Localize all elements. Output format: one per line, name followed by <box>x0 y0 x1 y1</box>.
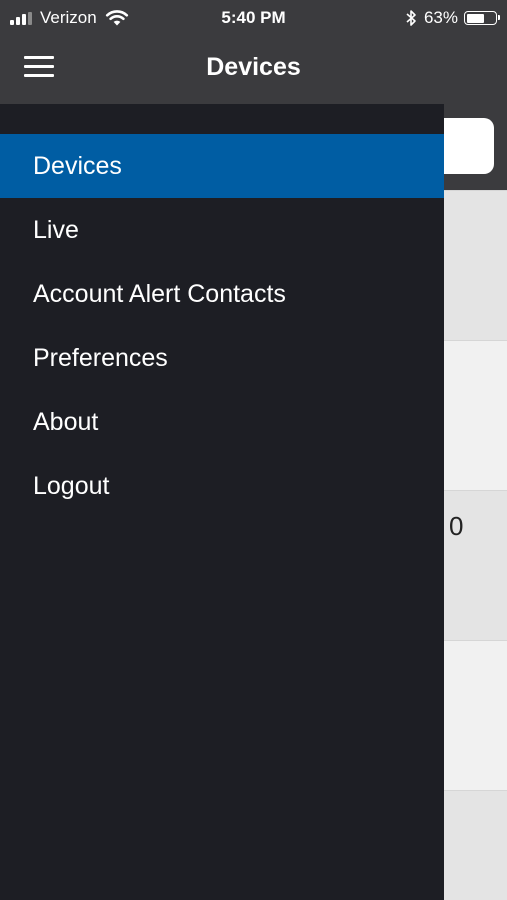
device-row-value: 0 <box>449 511 464 541</box>
drawer-item-live[interactable]: Live <box>0 198 444 262</box>
battery-icon <box>464 11 500 25</box>
status-bar: Verizon 5:40 PM 63% <box>0 0 507 36</box>
status-bar-right: 63% <box>405 8 500 28</box>
drawer-menu-list: Devices Live Account Alert Contacts Pref… <box>0 134 444 518</box>
side-drawer-menu: Devices Live Account Alert Contacts Pref… <box>0 104 444 900</box>
drawer-item-devices[interactable]: Devices <box>0 134 444 198</box>
drawer-item-preferences[interactable]: Preferences <box>0 326 444 390</box>
drawer-item-logout[interactable]: Logout <box>0 454 444 518</box>
battery-level-fill <box>466 13 484 23</box>
page-title: Devices <box>206 53 301 81</box>
drawer-item-account-alert-contacts[interactable]: Account Alert Contacts <box>0 262 444 326</box>
bluetooth-icon <box>406 10 416 26</box>
battery-percentage: 63% <box>423 8 458 27</box>
drawer-item-about[interactable]: About <box>0 390 444 454</box>
navigation-bar: Devices <box>0 36 507 104</box>
